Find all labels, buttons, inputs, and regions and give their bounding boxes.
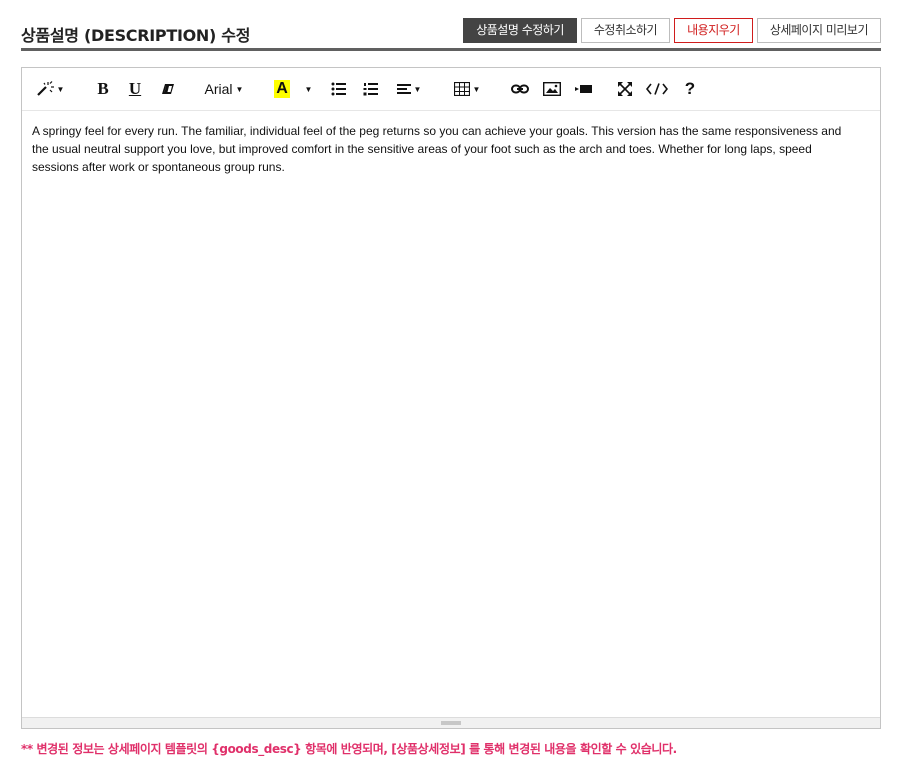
image-button[interactable] xyxy=(542,78,562,100)
numbered-list-icon xyxy=(363,82,379,96)
font-color-button[interactable]: A xyxy=(272,78,292,100)
image-icon xyxy=(543,82,561,96)
bold-icon: B xyxy=(97,79,109,98)
chevron-down-icon: ▼ xyxy=(235,84,244,94)
eraser-icon xyxy=(161,83,175,95)
chevron-down-icon: ▼ xyxy=(413,84,422,94)
link-button[interactable] xyxy=(510,78,530,100)
remove-format-button[interactable] xyxy=(159,78,177,100)
video-button[interactable] xyxy=(574,78,594,100)
bullet-list-icon xyxy=(331,82,347,96)
font-family-dropdown[interactable]: Arial ▼ xyxy=(200,78,248,100)
editor-resize-bar[interactable] xyxy=(22,717,880,728)
header-buttons: 상품설명 수정하기 수정취소하기 내용지우기 상세페이지 미리보기 xyxy=(463,18,881,43)
font-family-label: Arial xyxy=(204,81,233,97)
header-divider xyxy=(21,48,881,51)
numbered-list-button[interactable] xyxy=(362,78,380,100)
resize-handle[interactable] xyxy=(441,721,461,725)
magic-icon xyxy=(36,81,54,97)
chevron-down-icon: ▼ xyxy=(56,84,65,94)
font-color-icon: A xyxy=(274,80,290,98)
page-header: 상품설명 (DESCRIPTION) 수정 상품설명 수정하기 수정취소하기 내… xyxy=(21,16,881,46)
help-icon: ? xyxy=(684,79,696,98)
editor-content-area[interactable]: A springy feel for every run. The famili… xyxy=(32,122,850,176)
chevron-down-icon: ▼ xyxy=(304,84,313,94)
table-dropdown[interactable]: ▼ xyxy=(452,78,482,100)
bold-button[interactable]: B xyxy=(94,78,112,100)
fullscreen-button[interactable] xyxy=(616,78,634,100)
help-button[interactable]: ? xyxy=(682,78,698,100)
preview-page-button[interactable]: 상세페이지 미리보기 xyxy=(756,18,881,43)
underline-button[interactable]: U xyxy=(126,78,144,100)
underline-icon: U xyxy=(128,79,142,98)
cancel-edit-button[interactable]: 수정취소하기 xyxy=(580,18,671,43)
code-view-button[interactable] xyxy=(644,78,670,100)
rich-text-editor: ▼ B U Arial ▼ A ▼ ▼ ▼ ? A springy feel f… xyxy=(21,67,881,729)
font-color-dropdown[interactable]: ▼ xyxy=(300,78,314,100)
align-dropdown[interactable]: ▼ xyxy=(394,78,424,100)
link-icon xyxy=(511,84,529,94)
code-view-icon xyxy=(646,83,668,95)
video-icon xyxy=(575,84,593,94)
clear-content-button[interactable]: 내용지우기 xyxy=(674,18,753,43)
style-dropdown[interactable]: ▼ xyxy=(34,78,66,100)
fullscreen-icon xyxy=(618,82,632,96)
chevron-down-icon: ▼ xyxy=(472,84,481,94)
align-icon xyxy=(396,83,411,95)
editor-toolbar: ▼ B U Arial ▼ A ▼ ▼ ▼ ? xyxy=(22,68,880,111)
save-description-button[interactable]: 상품설명 수정하기 xyxy=(463,18,577,43)
bullet-list-button[interactable] xyxy=(330,78,348,100)
notice-text: ** 변경된 정보는 상세페이지 템플릿의 {goods_desc} 항목에 반… xyxy=(21,742,677,756)
table-icon xyxy=(453,82,470,96)
page-title: 상품설명 (DESCRIPTION) 수정 xyxy=(21,26,251,45)
